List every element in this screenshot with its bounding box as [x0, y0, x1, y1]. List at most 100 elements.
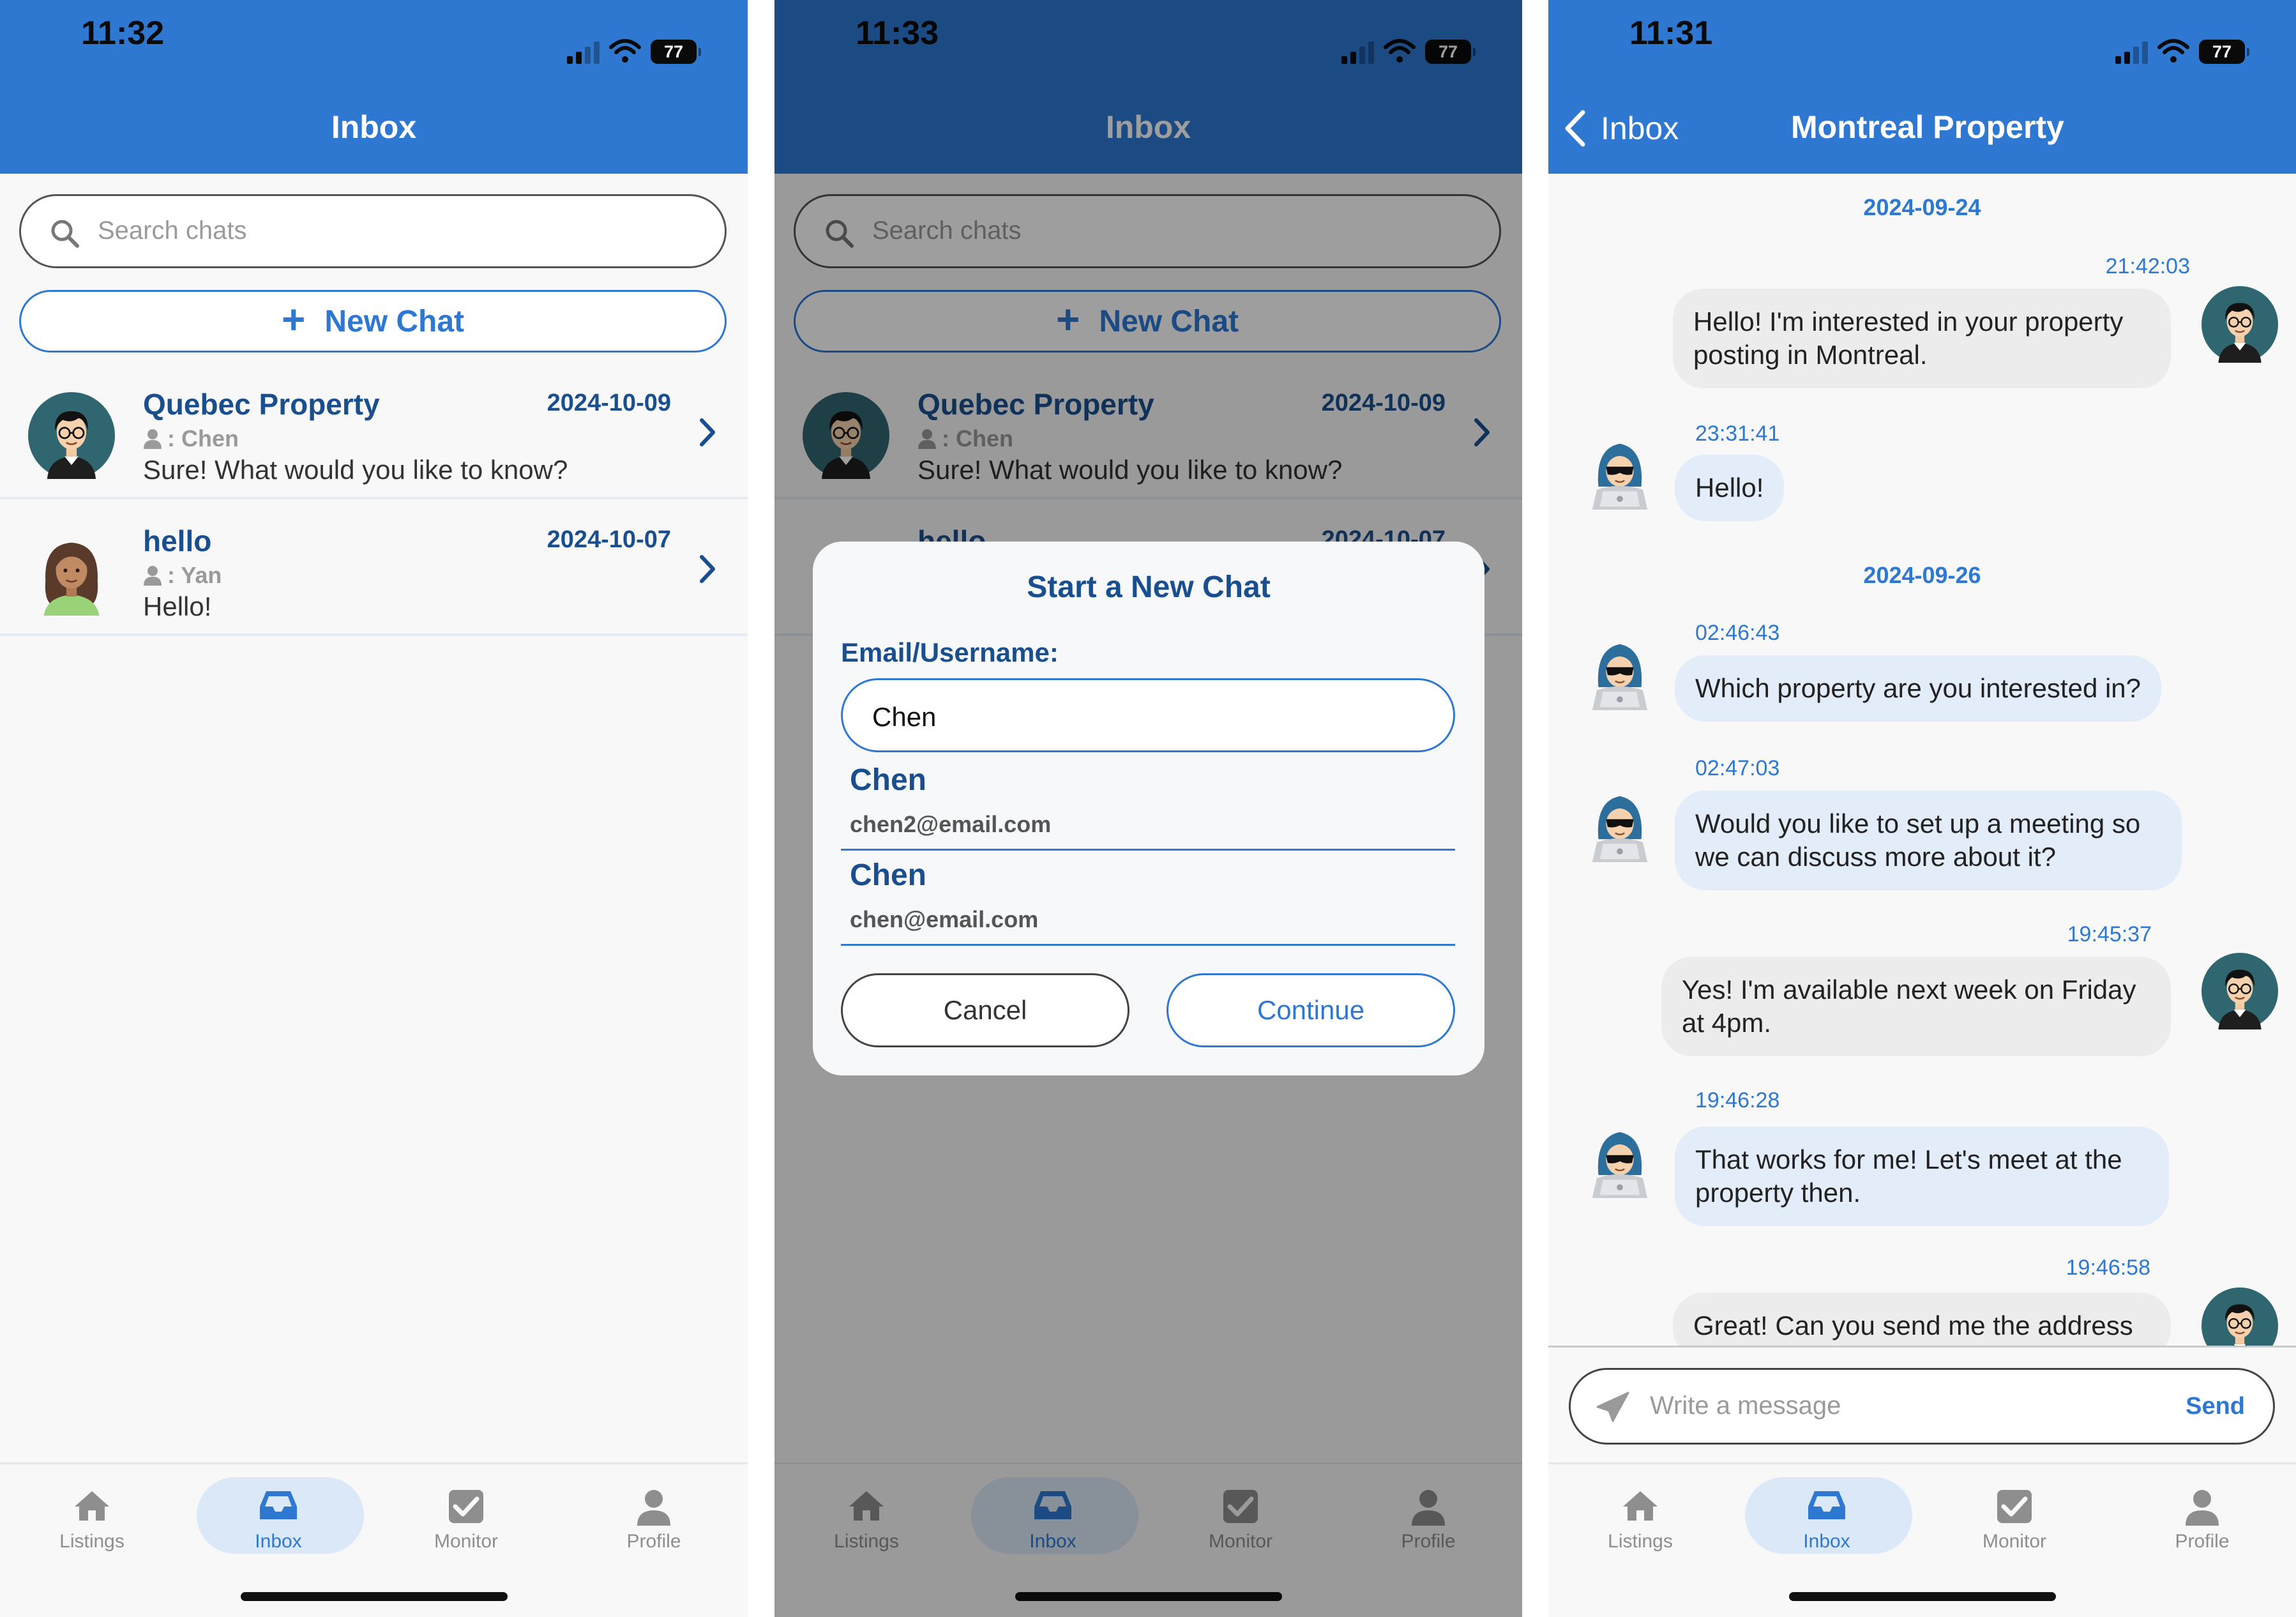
composer-divider — [1548, 1346, 2296, 1348]
checkbox-icon — [449, 1490, 483, 1523]
suggestion-email: chen@email.com — [850, 906, 1039, 932]
message-bubble: Which property are you interested in? — [1675, 655, 2162, 722]
home-indicator — [1789, 1592, 2056, 1601]
inbox-icon — [260, 1491, 297, 1519]
wifi-icon — [2157, 39, 2189, 63]
back-label: Inbox — [1601, 110, 1679, 146]
tab-label: Monitor — [1982, 1531, 2047, 1552]
tab-label: Listings — [1608, 1531, 1673, 1552]
chat-user-name: : Chen — [167, 425, 239, 452]
message-bubble: Hello! I'm interested in your property p… — [1673, 289, 2171, 388]
cancel-button[interactable]: Cancel — [841, 973, 1129, 1047]
chat-date: 2024-10-09 — [547, 390, 671, 416]
tab-profile[interactable]: Profile — [572, 1477, 736, 1554]
user-suggestion[interactable]: Chen chen2@email.com — [841, 757, 1455, 851]
tab-listings[interactable]: Listings — [1559, 1477, 1722, 1554]
chat-list-item[interactable]: hello 2024-10-07 : Yan Hello! — [0, 502, 748, 636]
tab-label: Inbox — [255, 1531, 302, 1552]
paper-plane-icon — [1596, 1392, 1629, 1422]
status-time: 11:31 — [1629, 15, 1713, 52]
hacker-avatar — [1582, 1121, 1658, 1198]
message-list[interactable]: 2024-09-24 21:42:03 Hello! I'm intereste… — [1548, 174, 2296, 1346]
message-bubble: Yes! I'm available next week on Friday a… — [1661, 957, 2171, 1056]
suggestion-name: Chen — [850, 858, 926, 892]
battery-icon: 77 — [2199, 40, 2249, 64]
tab-label: Inbox — [1803, 1531, 1850, 1552]
message-timestamp: 02:46:43 — [1695, 621, 1780, 645]
search-placeholder: Search chats — [98, 216, 247, 245]
suggestion-email: chen2@email.com — [850, 811, 1052, 837]
message-bubble: Great! Can you send me the address — [1673, 1293, 2171, 1346]
message-input[interactable]: Write a message Send — [1569, 1368, 2275, 1445]
page-title: Inbox — [331, 109, 417, 145]
search-icon — [51, 220, 79, 248]
new-chat-modal: Start a New Chat Email/Username: Chen Ch… — [813, 542, 1484, 1075]
wifi-icon — [609, 39, 641, 63]
home-icon — [75, 1491, 109, 1521]
message-bubble: Would you like to set up a meeting so we… — [1675, 791, 2182, 890]
checkbox-icon — [1997, 1490, 2032, 1523]
home-indicator — [241, 1592, 508, 1601]
tab-monitor[interactable]: Monitor — [1933, 1477, 2096, 1554]
tab-inbox[interactable]: Inbox — [197, 1477, 364, 1554]
tab-label: Profile — [626, 1531, 681, 1552]
man-glasses-avatar — [2202, 953, 2278, 1029]
man-glasses-avatar — [28, 392, 115, 479]
continue-button[interactable]: Continue — [1167, 973, 1455, 1047]
chat-user: : Yan — [143, 562, 222, 589]
email-username-input[interactable]: Chen — [841, 678, 1455, 752]
message-timestamp: 19:45:37 — [2067, 922, 2152, 946]
chat-list-item[interactable]: Quebec Property 2024-10-09 : Chen Sure! … — [0, 365, 748, 499]
message-placeholder: Write a message — [1650, 1392, 1841, 1420]
message-timestamp: 02:47:03 — [1695, 756, 1780, 780]
message-timestamp: 21:42:03 — [2105, 254, 2190, 278]
hacker-avatar — [1582, 786, 1658, 862]
message-timestamp: 19:46:58 — [2066, 1256, 2150, 1280]
message-bubble: That works for me! Let's meet at the pro… — [1675, 1127, 2169, 1226]
search-input[interactable]: Search chats — [19, 194, 727, 268]
date-separator: 2024-09-24 — [1863, 194, 1981, 220]
message-timestamp: 23:31:41 — [1695, 421, 1780, 446]
tab-label: Listings — [59, 1531, 125, 1552]
email-username-label: Email/Username: — [841, 637, 1059, 667]
chevron-right-icon — [700, 555, 715, 583]
cell-signal-icon — [2115, 41, 2148, 64]
status-bar: 11:32 77 — [0, 0, 748, 75]
new-chat-label: New Chat — [324, 304, 465, 338]
tab-inbox[interactable]: Inbox — [1745, 1477, 1912, 1554]
chevron-left-icon — [1565, 110, 1585, 147]
date-separator: 2024-09-26 — [1863, 562, 1981, 588]
send-button[interactable]: Send — [2186, 1393, 2245, 1420]
chat-title: hello — [143, 524, 212, 558]
hacker-avatar — [1582, 433, 1658, 510]
new-chat-button[interactable]: + New Chat — [19, 290, 727, 353]
conversation-screen: 11:31 77 Inbox Montreal Property 2024-09… — [1548, 0, 2296, 1617]
chat-title: Quebec Property — [143, 388, 380, 421]
tab-label: Monitor — [434, 1531, 499, 1552]
person-icon — [637, 1490, 670, 1526]
hacker-avatar — [1582, 634, 1658, 710]
tab-label: Profile — [2175, 1531, 2230, 1552]
plus-icon: + — [281, 296, 306, 342]
status-time: 11:32 — [81, 15, 165, 52]
status-bar: 11:31 77 — [1548, 0, 2296, 75]
tab-listings[interactable]: Listings — [10, 1477, 174, 1554]
suggestion-name: Chen — [850, 763, 926, 797]
modal-title: Start a New Chat — [1027, 570, 1271, 604]
back-button[interactable]: Inbox — [1564, 110, 1679, 147]
tab-monitor[interactable]: Monitor — [384, 1477, 548, 1554]
tab-profile[interactable]: Profile — [2120, 1477, 2284, 1554]
person-icon — [144, 566, 162, 586]
home-icon — [1623, 1491, 1658, 1521]
person-icon — [2186, 1490, 2219, 1526]
woman-avatar — [28, 529, 115, 616]
user-suggestion[interactable]: Chen chen@email.com — [841, 853, 1455, 946]
cell-signal-icon — [567, 41, 600, 64]
inbox-screen: 11:32 77 Inbox Search chats + New Chat Q… — [0, 0, 748, 1617]
message-timestamp: 19:46:28 — [1695, 1088, 1780, 1112]
inbox-icon — [1808, 1491, 1845, 1519]
message-bubble: Hello! — [1675, 455, 1785, 521]
new-chat-screen: 11:33 77 Inbox Search chats + New Chat Q… — [774, 0, 1522, 1617]
chat-date: 2024-10-07 — [547, 526, 671, 553]
chat-user-name: : Yan — [167, 562, 222, 588]
